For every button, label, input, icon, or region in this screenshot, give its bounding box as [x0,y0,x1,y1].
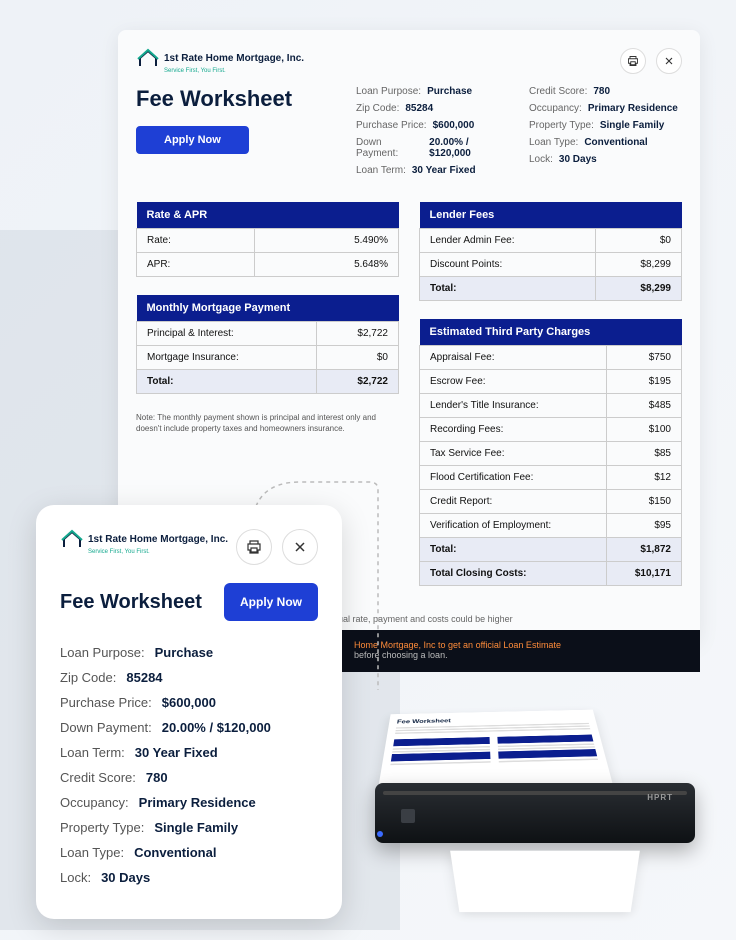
printer-button [401,809,415,823]
detail-value: $600,000 [162,695,216,710]
monthly-payment-table: Monthly Mortgage Payment Principal & Int… [136,295,399,394]
company-name: 1st Rate Home Mortgage, Inc. [88,534,228,545]
apply-button-mobile[interactable]: Apply Now [224,583,318,621]
house-icon [136,48,160,68]
print-button[interactable] [620,48,646,74]
detail-label: Loan Type: [529,137,578,148]
detail-label: Purchase Price: [356,120,427,131]
table-header: Rate & APR [137,202,399,229]
detail-value: Primary Residence [139,795,256,810]
table-row: Credit Report:$150 [420,490,682,514]
detail-value: 85284 [405,103,433,114]
company-logo: 1st Rate Home Mortgage, Inc. Service Fir… [136,48,304,74]
detail-label: Down Payment: [60,720,152,735]
printer-brand: HPRT [647,793,673,802]
print-icon [627,55,639,67]
loan-details-col-2: Credit Score: 780 Occupancy: Primary Resid… [529,86,682,182]
loan-details-col-1: Loan Purpose: Purchase Zip Code: 85284 Pur… [356,86,509,182]
payment-note: Note: The monthly payment shown is princ… [136,412,399,434]
detail-label: Loan Term: [60,745,125,760]
fee-worksheet-mobile-card: 1st Rate Home Mortgage, Inc. Service Fir… [36,505,342,919]
detail-value: 20.00% / $120,000 [162,720,271,735]
rate-apr-table: Rate & APR Rate:5.490% APR:5.648% [136,202,399,277]
print-icon [246,539,262,555]
detail-value: Conventional [134,845,216,860]
banner-line-2: before choosing a loan. [354,650,448,660]
detail-value: 30 Year Fixed [135,745,218,760]
close-icon [292,539,308,555]
detail-label: Down Payment: [356,137,423,159]
detail-value: 780 [146,770,168,785]
detail-value: 30 Days [101,870,150,885]
third-party-table: Estimated Third Party Charges Appraisal … [419,319,682,586]
detail-label: Zip Code: [60,670,116,685]
lender-fees-table: Lender Fees Lender Admin Fee:$0 Discount… [419,202,682,301]
printer-led [377,831,383,837]
table-row: Principal & Interest:$2,722 [137,322,399,346]
table-row: APR:5.648% [137,253,399,277]
close-button-mobile[interactable] [282,529,318,565]
page-title: Fee Worksheet [136,86,336,112]
detail-label: Credit Score: [60,770,136,785]
table-row: Flood Certification Fee:$12 [420,466,682,490]
apply-button[interactable]: Apply Now [136,126,249,154]
detail-value: 20.00% / $120,000 [429,137,509,159]
table-row: Recording Fees:$100 [420,418,682,442]
detail-label: Loan Purpose: [60,645,145,660]
table-header: Estimated Third Party Charges [420,319,682,346]
printer-body [375,783,695,843]
detail-value: Conventional [584,137,647,148]
detail-label: Loan Term: [356,165,406,176]
table-row: Rate:5.490% [137,229,399,253]
detail-value: 30 Year Fixed [412,165,476,176]
company-logo-mobile: 1st Rate Home Mortgage, Inc. Service Fir… [60,529,228,555]
detail-label: Lock: [60,870,91,885]
house-icon [60,529,84,549]
detail-label: Property Type: [529,120,594,131]
detail-value: $600,000 [433,120,475,131]
close-icon [663,55,675,67]
printed-document: Fee Worksheet [377,710,613,794]
detail-value: Primary Residence [588,103,678,114]
detail-value: Single Family [154,820,238,835]
print-button-mobile[interactable] [236,529,272,565]
loan-estimate-banner: Home Mortgage, Inc to get an official Lo… [340,630,700,672]
banner-line-1: Home Mortgage, Inc to get an official Lo… [354,640,561,650]
detail-value: Single Family [600,120,664,131]
table-total-row: Total:$2,722 [137,370,399,394]
close-button[interactable] [656,48,682,74]
detail-value: Purchase [155,645,214,660]
detail-label: Credit Score: [529,86,587,97]
company-tagline: Service First, You First. [164,68,304,74]
table-row: Appraisal Fee:$750 [420,346,682,370]
detail-value: 85284 [126,670,162,685]
detail-label: Loan Purpose: [356,86,421,97]
detail-value: 30 Days [559,154,597,165]
detail-label: Property Type: [60,820,144,835]
printer-output-paper [450,851,640,912]
detail-label: Purchase Price: [60,695,152,710]
table-row: Discount Points:$8,299 [420,253,682,277]
detail-label: Lock: [529,154,553,165]
table-row: Escrow Fee:$195 [420,370,682,394]
table-row: Lender's Title Insurance:$485 [420,394,682,418]
table-header: Lender Fees [420,202,682,229]
table-row: Tax Service Fee:$85 [420,442,682,466]
table-total-row: Total:$8,299 [420,277,682,301]
detail-label: Occupancy: [529,103,582,114]
company-tagline: Service First, You First. [88,549,228,555]
table-row: Verification of Employment:$95 [420,514,682,538]
detail-value: 780 [593,86,610,97]
page-title-mobile: Fee Worksheet [60,591,202,614]
detail-value: Purchase [427,86,472,97]
table-row: Mortgage Insurance:$0 [137,346,399,370]
detail-label: Loan Type: [60,845,124,860]
detail-label: Occupancy: [60,795,129,810]
detail-label: Zip Code: [356,103,399,114]
table-header: Monthly Mortgage Payment [137,295,399,322]
table-row: Lender Admin Fee:$0 [420,229,682,253]
company-name: 1st Rate Home Mortgage, Inc. [164,53,304,64]
table-total-row: Total:$1,872 [420,538,682,562]
table-closing-row: Total Closing Costs:$10,171 [420,562,682,586]
